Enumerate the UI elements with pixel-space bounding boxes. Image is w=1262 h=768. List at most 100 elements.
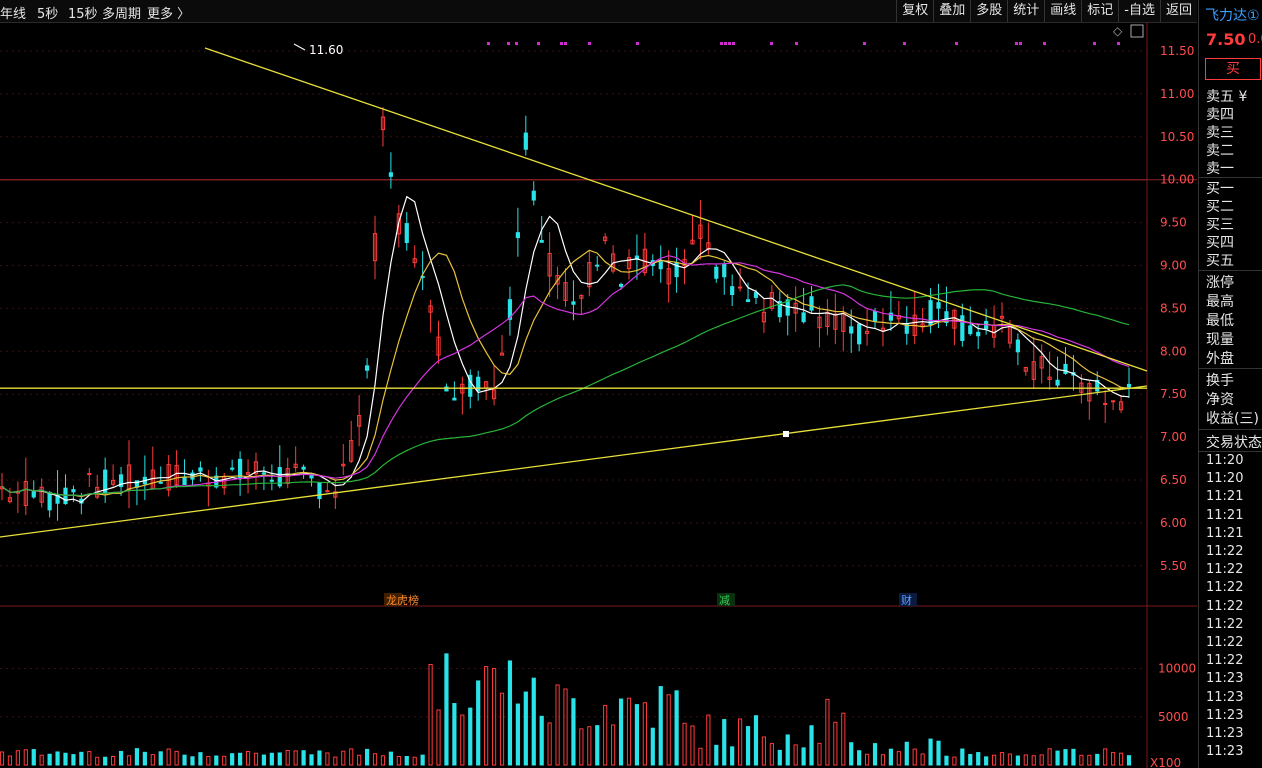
candle-body xyxy=(730,286,735,296)
statistics-button[interactable]: 统计 xyxy=(1007,0,1044,22)
volume-bar xyxy=(595,725,600,766)
trendline-handle[interactable] xyxy=(783,431,789,437)
volume-bar xyxy=(793,744,798,766)
period-15s-tab[interactable]: 15秒 xyxy=(68,3,98,22)
stat-volume: 现量 xyxy=(1206,332,1234,348)
volume-bar xyxy=(309,754,314,766)
volume-bar xyxy=(999,752,1005,766)
event-tag[interactable]: 减 xyxy=(719,594,730,607)
period-year-tab[interactable]: 年线 xyxy=(0,3,26,22)
candle-body xyxy=(960,315,965,341)
volume-bar xyxy=(317,750,322,766)
signal-marker xyxy=(770,42,773,45)
trade-time-11: 11:22 xyxy=(1206,653,1244,669)
window-toggle-icon[interactable] xyxy=(1130,24,1144,38)
volume-bar xyxy=(864,753,870,766)
high-pointer xyxy=(293,43,306,51)
period-5s-tab[interactable]: 5秒 xyxy=(37,3,58,22)
diamond-icon[interactable]: ◇ xyxy=(1113,24,1123,38)
overlay-button[interactable]: 叠加 xyxy=(933,0,970,22)
buy-level-1: 买一 xyxy=(1206,181,1234,197)
volume-bar xyxy=(237,752,243,766)
volume-bar xyxy=(968,754,973,766)
candle-body xyxy=(857,323,862,345)
candle-body xyxy=(71,489,76,493)
volume-bar xyxy=(817,742,822,766)
candle-body xyxy=(1126,383,1132,388)
volume-bar xyxy=(571,698,576,766)
stock-name[interactable]: 飞力达① xyxy=(1205,5,1260,25)
trade-time-12: 11:23 xyxy=(1206,671,1244,687)
volume-bar xyxy=(491,668,497,766)
kline-chart[interactable]: 11.50 11.00 10.50 10.00 9.50 9.00 8.50 8.00 7.50… xyxy=(0,22,1197,768)
candle-body xyxy=(531,190,536,201)
signal-marker xyxy=(724,42,727,45)
volume-bar xyxy=(523,691,528,766)
volume-bar xyxy=(476,680,481,766)
volume-bar xyxy=(484,666,489,766)
volume-bar xyxy=(158,751,163,766)
signal-marker xyxy=(1117,42,1120,45)
candle-body xyxy=(539,239,544,243)
volume-bar xyxy=(507,660,513,766)
candle-body xyxy=(1063,363,1068,374)
multi-stock-button[interactable]: 多股 xyxy=(970,0,1007,22)
mark-button[interactable]: 标记 xyxy=(1081,0,1118,22)
multi-period-tab[interactable]: 多周期 xyxy=(102,3,141,22)
volume-bar xyxy=(714,744,719,766)
signal-marker xyxy=(507,42,510,45)
volume-bar xyxy=(1031,755,1036,766)
price-tick: 11.50 xyxy=(1160,44,1194,58)
volume-bar xyxy=(658,686,663,766)
ma60-line xyxy=(1,284,1130,497)
remove-watchlist-button[interactable]: -自选 xyxy=(1118,0,1160,22)
support-trendline[interactable] xyxy=(0,385,1148,538)
current-price: 7.50 xyxy=(1206,30,1246,49)
back-button[interactable]: 返回 xyxy=(1159,0,1197,22)
volume-bar xyxy=(198,752,203,766)
volume-bar xyxy=(1095,753,1100,766)
sell-level-4: 卖四 xyxy=(1206,107,1234,123)
candle-body xyxy=(849,326,854,334)
signal-marker xyxy=(728,42,731,45)
volume-bar xyxy=(841,712,846,766)
stat-earnings[interactable]: 收益(三) xyxy=(1206,408,1259,428)
restore-rights-button[interactable]: 复权 xyxy=(896,0,933,22)
candle-body xyxy=(714,266,719,279)
signal-marker xyxy=(863,42,866,45)
candle-body xyxy=(745,299,751,303)
more-menu[interactable]: 更多 〉 xyxy=(147,3,190,22)
candle-body xyxy=(87,473,92,476)
volume-bar xyxy=(39,754,44,766)
resistance-trendline[interactable] xyxy=(204,47,1148,372)
candle-body xyxy=(658,261,663,270)
volume-bar xyxy=(253,752,259,766)
trade-time-2: 11:21 xyxy=(1206,489,1244,505)
volume-bar xyxy=(452,703,457,766)
volume-bar xyxy=(809,725,814,766)
volume-bar xyxy=(1023,754,1028,766)
sell-level-5: 卖五 ¥ xyxy=(1206,89,1248,105)
volume-bar xyxy=(182,754,187,766)
volume-bar xyxy=(285,750,290,766)
candle-body xyxy=(976,331,981,337)
volume-bar xyxy=(269,752,274,766)
buy-button[interactable]: 买 xyxy=(1205,58,1261,80)
event-tag[interactable]: 龙虎榜 xyxy=(386,593,419,607)
candle-body xyxy=(515,232,520,239)
top-toolbar: 年线 5秒 15秒 多周期 更多 〉 复权 叠加 多股 统计 画线 标记 -自选… xyxy=(0,0,1197,23)
signal-markers xyxy=(487,42,1120,45)
draw-line-button[interactable]: 画线 xyxy=(1044,0,1081,22)
volume-bar xyxy=(206,756,211,766)
price-tick: 9.50 xyxy=(1160,216,1187,230)
signal-marker xyxy=(1019,42,1022,45)
candle-body xyxy=(198,467,203,472)
event-tag[interactable]: 财 xyxy=(901,593,912,607)
candle-body xyxy=(301,466,306,470)
candle-body xyxy=(936,302,941,309)
volume-tick: 5000 xyxy=(1158,710,1189,724)
volume-bar xyxy=(952,756,957,766)
volume-bar xyxy=(7,755,13,766)
volume-bar xyxy=(333,756,338,766)
volume-bar xyxy=(825,698,830,766)
